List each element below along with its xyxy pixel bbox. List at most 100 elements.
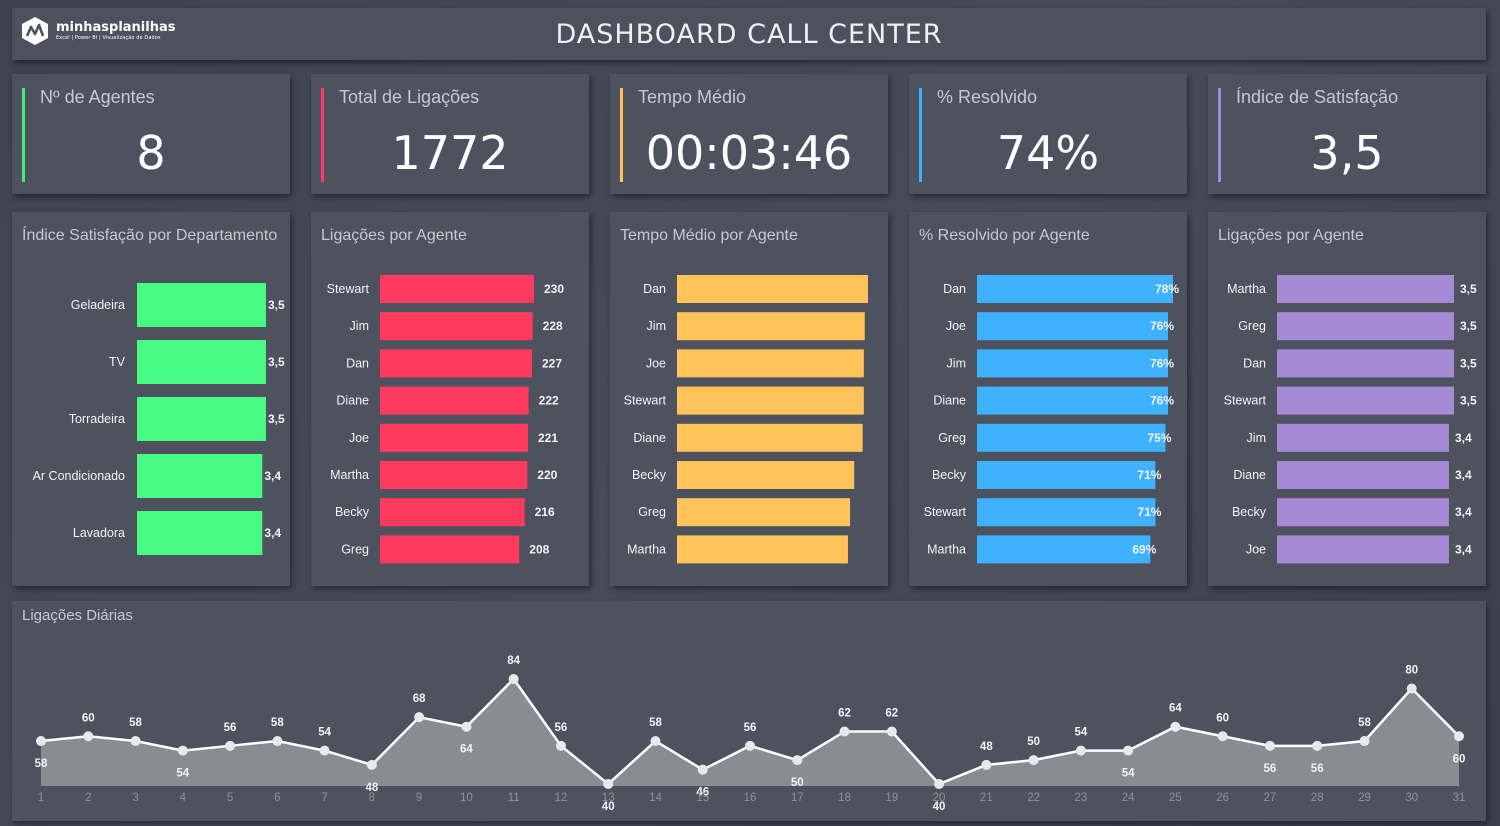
- chart-card-daily-calls[interactable]: Ligações Diárias 58 1 60 2 58 3 54 4 56 5 58 6 54 7 48…: [12, 601, 1486, 821]
- bar-jim[interactable]: [380, 312, 533, 341]
- bar-becky[interactable]: [1277, 498, 1449, 527]
- bar-greg[interactable]: [380, 535, 520, 564]
- chart-card-satisfaction-by-department[interactable]: Índice Satisfação por Departamento Gelad…: [12, 212, 290, 586]
- daily-point[interactable]: [272, 736, 283, 747]
- bar-jim[interactable]: [677, 312, 865, 341]
- bar-greg[interactable]: [977, 423, 1166, 452]
- daily-point[interactable]: [1264, 740, 1275, 751]
- daily-point[interactable]: [555, 740, 566, 751]
- bar-joe[interactable]: [380, 423, 528, 452]
- chart-card-satisfaction-by-agent[interactable]: Ligações por Agente Martha 3,5 Greg 3,5 Dan 3…: [1208, 212, 1486, 586]
- bar-stewart[interactable]: [977, 498, 1156, 527]
- bar-category-label: Becky: [632, 468, 667, 482]
- daily-point[interactable]: [1454, 731, 1464, 742]
- bar-stewart[interactable]: [677, 386, 864, 415]
- bar-joe[interactable]: [977, 312, 1168, 341]
- bar-torradeira[interactable]: [137, 397, 266, 441]
- chart-card-calls-by-agent[interactable]: Ligações por Agente Stewart 230 Jim 228 Dan 2…: [311, 212, 589, 586]
- bar-becky[interactable]: [677, 461, 855, 489]
- bar-martha[interactable]: [1277, 275, 1454, 303]
- bar-becky[interactable]: [380, 498, 525, 527]
- daily-point[interactable]: [1359, 736, 1370, 747]
- bar-martha[interactable]: [677, 535, 848, 564]
- daily-point[interactable]: [130, 736, 141, 747]
- daily-point[interactable]: [1170, 721, 1181, 732]
- bar-value-label: 3,4: [1455, 505, 1472, 519]
- chart-card-avg-time-by-agent[interactable]: Tempo Médio por Agente Dan Jim Joe Stewart D…: [610, 212, 888, 586]
- daily-point[interactable]: [697, 764, 708, 775]
- daily-point[interactable]: [177, 745, 188, 756]
- daily-point[interactable]: [650, 736, 661, 747]
- bar-dan[interactable]: [977, 275, 1173, 303]
- daily-point[interactable]: [36, 736, 46, 747]
- bar-joe[interactable]: [1277, 535, 1449, 564]
- bar-category-label: Jim: [350, 319, 369, 333]
- daily-value-label: 54: [1122, 768, 1135, 780]
- bar-greg[interactable]: [677, 498, 851, 527]
- kpi-card-resolved[interactable]: % Resolvido 74%: [909, 74, 1187, 194]
- bar-geladeira[interactable]: [137, 283, 266, 327]
- chart-card-resolved-by-agent[interactable]: % Resolvido por Agente Dan 78% Joe 76% Jim 76…: [909, 212, 1187, 586]
- daily-point[interactable]: [745, 740, 755, 751]
- daily-value-label: 54: [176, 768, 189, 780]
- daily-point[interactable]: [1123, 745, 1134, 756]
- bar-category-label: Diane: [933, 394, 966, 408]
- bar-value-label: 228: [543, 319, 563, 333]
- daily-point[interactable]: [366, 759, 377, 770]
- daily-point[interactable]: [1217, 731, 1228, 742]
- kpi-card-agents[interactable]: Nº de Agentes 8: [12, 74, 290, 194]
- bar-martha[interactable]: [977, 535, 1151, 564]
- kpi-card-satisfaction[interactable]: Índice de Satisfação 3,5: [1208, 74, 1486, 194]
- daily-point[interactable]: [461, 721, 472, 732]
- bar-dan[interactable]: [677, 275, 868, 303]
- daily-point[interactable]: [886, 726, 897, 737]
- kpi-card-calls[interactable]: Total de Ligações 1772: [311, 74, 589, 194]
- bar-category-label: TV: [109, 355, 126, 369]
- bar-diane[interactable]: [1277, 461, 1449, 489]
- daily-point[interactable]: [1406, 683, 1417, 694]
- daily-point[interactable]: [792, 755, 803, 766]
- daily-value-label: 56: [1311, 763, 1324, 775]
- bar-greg[interactable]: [1277, 312, 1454, 341]
- bar-jim[interactable]: [977, 349, 1168, 378]
- bar-martha[interactable]: [380, 461, 528, 489]
- daily-point[interactable]: [934, 779, 945, 789]
- daily-point[interactable]: [319, 745, 330, 756]
- x-tick-label: 3: [132, 792, 138, 804]
- bar-value-label: 3,5: [1460, 356, 1477, 370]
- bar-category-label: Diane: [336, 394, 369, 408]
- daily-point[interactable]: [508, 674, 519, 684]
- bar-dan[interactable]: [380, 349, 532, 378]
- bar-joe[interactable]: [677, 349, 864, 378]
- x-tick-label: 13: [602, 792, 615, 804]
- bar-stewart[interactable]: [1277, 386, 1454, 415]
- bar-tv[interactable]: [137, 340, 266, 384]
- bar-category-label: Lavadora: [73, 526, 125, 540]
- daily-point[interactable]: [603, 779, 614, 789]
- bar-value-label: 227: [542, 356, 562, 370]
- bar-category-label: Jim: [947, 356, 966, 370]
- bar-stewart[interactable]: [380, 275, 534, 303]
- bar-diane[interactable]: [380, 386, 529, 415]
- daily-point[interactable]: [225, 740, 236, 751]
- bar-jim[interactable]: [1277, 423, 1449, 452]
- daily-point[interactable]: [981, 759, 992, 770]
- daily-value-label: 54: [318, 727, 331, 739]
- daily-point[interactable]: [1075, 745, 1086, 756]
- daily-point[interactable]: [1028, 755, 1039, 766]
- daily-value-label: 60: [1216, 712, 1229, 724]
- daily-point[interactable]: [414, 712, 425, 723]
- bar-dan[interactable]: [1277, 349, 1454, 378]
- bar-diane[interactable]: [977, 386, 1168, 415]
- bar-diane[interactable]: [677, 423, 863, 452]
- daily-point[interactable]: [1312, 740, 1323, 751]
- bar-value-label: 220: [537, 468, 557, 482]
- kpi-card-avg-time[interactable]: Tempo Médio 00:03:46: [610, 74, 888, 194]
- bar-value-label: 3,5: [1460, 282, 1477, 296]
- bar-becky[interactable]: [977, 461, 1156, 489]
- bar-ar-condicionado[interactable]: [137, 454, 263, 498]
- daily-point[interactable]: [839, 726, 850, 737]
- daily-point[interactable]: [83, 731, 94, 742]
- bar-value-label: 3,4: [264, 469, 281, 483]
- bar-lavadora[interactable]: [137, 511, 263, 555]
